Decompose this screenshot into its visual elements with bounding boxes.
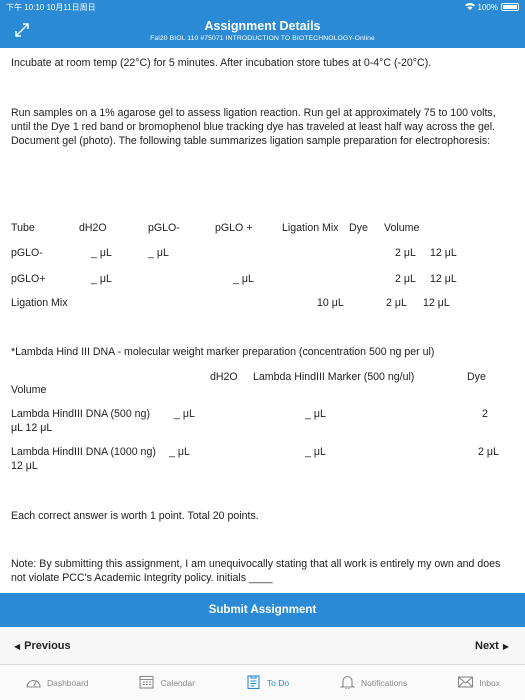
t1-r2-tube: pGLO+ <box>11 273 46 285</box>
tab-todo[interactable]: To Do <box>245 674 290 691</box>
tab-calendar-label: Calendar <box>160 677 195 688</box>
t1-r1-dye: 2 μL <box>395 247 416 259</box>
bell-icon <box>339 675 356 691</box>
status-bar: 下午 10:10 10月11日周日 100% <box>0 0 525 14</box>
points-text: Each correct answer is worth 1 point. To… <box>11 510 259 522</box>
run-samples-paragraph: Run samples on a 1% agarose gel to asses… <box>11 107 496 147</box>
tab-inbox-label: Inbox <box>479 677 500 688</box>
pager: ◀ Previous Next ▶ <box>0 627 525 665</box>
submit-assignment-button[interactable]: Submit Assignment <box>0 593 525 627</box>
tab-dashboard-label: Dashboard <box>46 677 89 688</box>
t2-r1-dh2o: _ μL <box>174 408 195 420</box>
t2-r1-volume: μL 12 μL <box>11 422 53 434</box>
calendar-icon <box>138 675 155 691</box>
chevron-right-icon: ▶ <box>502 642 509 651</box>
t1-r2-dye: 2 μL <box>395 273 416 285</box>
wifi-icon <box>464 2 475 12</box>
lambda-title: *Lambda Hind III DNA - molecular weight … <box>11 346 435 358</box>
inbox-icon <box>457 675 474 691</box>
battery-icon <box>501 3 519 11</box>
status-time: 下午 10:10 10月11日周日 <box>6 2 96 12</box>
incubate-paragraph: Incubate at room temp (22°C) for 5 minut… <box>11 57 432 69</box>
t2-r1-name: Lambda HindIII DNA (500 ng) <box>11 408 150 420</box>
dashboard-icon <box>25 675 42 691</box>
t1-r3-ligation: 10 μL <box>317 297 344 309</box>
t1-r1-pglo: _ μL <box>148 247 169 259</box>
t1-r1-volume: 12 μL <box>430 247 457 259</box>
t1-header-pglo-minus: pGLO- <box>148 222 180 234</box>
t2-header-dh2o: dH2O <box>210 371 238 383</box>
t2-r1-marker: _ μL <box>305 408 326 420</box>
next-button[interactable]: Next ▶ <box>475 640 509 652</box>
t1-header-pglo-plus: pGLO + <box>215 222 253 234</box>
course-subtitle: Fal20 BIOL 110 #75071 INTRODUCTION TO BI… <box>150 35 375 42</box>
t1-header-tube: Tube <box>11 222 35 234</box>
previous-button[interactable]: ◀ Previous <box>14 640 71 652</box>
t1-r1-tube: pGLO- <box>11 247 43 259</box>
status-right: 100% <box>464 2 519 12</box>
next-label: Next <box>475 640 499 652</box>
t2-r2-dh2o: _ μL <box>169 446 190 458</box>
t1-r2-dh2o: _ μL <box>91 273 112 285</box>
todo-icon <box>245 674 262 691</box>
tab-dashboard[interactable]: Dashboard <box>25 675 89 691</box>
t2-header-marker: Lambda HindIII Marker (500 ng/ul) <box>253 371 415 383</box>
t1-r3-volume: 12 μL <box>423 297 450 309</box>
t1-header-ligation-mix: Ligation Mix <box>282 222 339 234</box>
t1-r1-dh2o: _ μL <box>91 247 112 259</box>
page-title: Assignment Details <box>204 19 321 33</box>
academic-integrity-note: Note: By submitting this assignment, I a… <box>11 558 501 584</box>
t2-header-dye: Dye <box>467 371 486 383</box>
t1-r3-tube: Ligation Mix <box>11 297 68 309</box>
t2-header-volume: Volume <box>11 384 47 396</box>
previous-label: Previous <box>24 640 71 652</box>
t1-r3-dye: 2 μL <box>386 297 407 309</box>
t1-header-dye: Dye <box>349 222 368 234</box>
t2-r2-volume: 12 μL <box>11 460 38 472</box>
tab-calendar[interactable]: Calendar <box>138 675 195 691</box>
tab-notifications-label: Notifications <box>360 677 408 688</box>
tab-bar: Dashboard Calendar To Do Notifications I… <box>0 665 525 700</box>
t2-r2-name: Lambda HindIII DNA (1000 ng) <box>11 446 156 458</box>
tab-todo-label: To Do <box>266 677 290 688</box>
t2-r2-marker: _ μL <box>305 446 326 458</box>
t2-r2-dye: 2 μL <box>478 446 499 458</box>
t1-r2-volume: 12 μL <box>430 273 457 285</box>
chevron-left-icon: ◀ <box>14 642 21 651</box>
tab-notifications[interactable]: Notifications <box>339 675 407 691</box>
t1-r2-pglo-plus: _ μL <box>233 273 254 285</box>
t1-header-volume: Volume <box>384 222 420 234</box>
app-header: Assignment Details Fal20 BIOL 110 #75071… <box>0 14 525 48</box>
t1-header-dh2o: dH2O <box>79 222 107 234</box>
t2-r1-dye: 2 <box>482 408 488 420</box>
battery-percent: 100% <box>477 2 498 12</box>
tab-inbox[interactable]: Inbox <box>457 675 500 691</box>
expand-icon[interactable] <box>13 21 31 39</box>
